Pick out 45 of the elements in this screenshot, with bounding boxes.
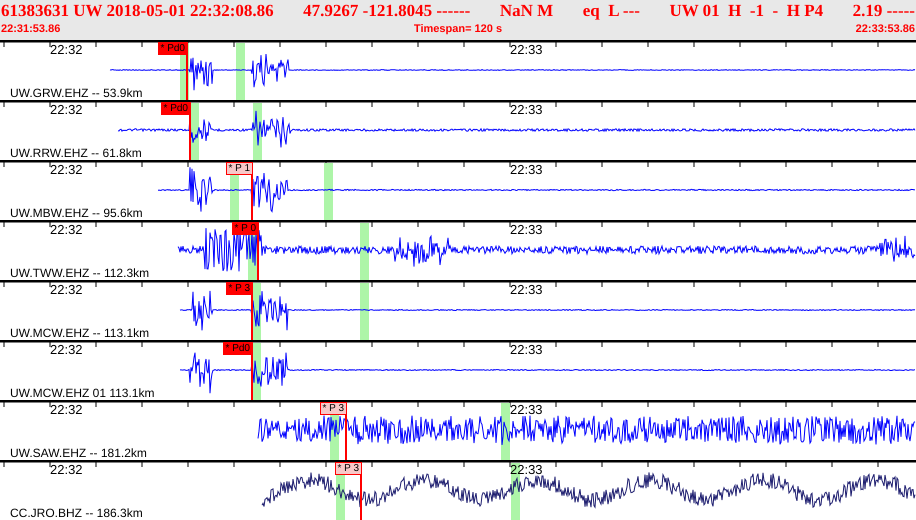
window-band xyxy=(236,43,245,100)
time-label: 22:32 xyxy=(50,163,83,176)
time-label: 22:32 xyxy=(50,223,83,236)
window-band xyxy=(360,223,369,280)
time-label: 22:33 xyxy=(510,283,543,296)
channel-label: CC.JRO.BHZ -- 186.3km xyxy=(10,507,143,519)
channel-label: UW.SAW.EHZ -- 181.2km xyxy=(10,447,147,459)
pick-flag[interactable]: * P 3 xyxy=(334,462,362,475)
time-label: 22:33 xyxy=(510,163,543,176)
event-field: UW 01 H -1 - H P4 xyxy=(669,0,824,22)
pick-flag[interactable]: * Pd0 xyxy=(222,342,253,355)
pick-flag[interactable]: * P 3 xyxy=(320,402,347,415)
event-field: 47.9267 -121.8045 ------ xyxy=(303,0,470,22)
time-label: 22:32 xyxy=(50,103,83,116)
channel-label: UW.GRW.EHZ -- 53.9km xyxy=(10,87,142,99)
time-label: 22:33 xyxy=(510,223,543,236)
event-field: 2.19 ----- xyxy=(852,0,915,22)
channel-label: UW.TWW.EHZ -- 112.3km xyxy=(10,267,150,279)
pick-flag[interactable]: * P 1 xyxy=(226,162,253,175)
time-label: 22:32 xyxy=(50,343,83,356)
start-time: 22:31:53.86 xyxy=(1,22,60,36)
timespan-label: Timespan= 120 s xyxy=(414,22,502,36)
channel-label: UW.MCW.EHZ 01 113.1km xyxy=(10,387,154,399)
time-label: 22:33 xyxy=(510,103,543,116)
channel-label: UW.MCW.EHZ -- 113.1km xyxy=(10,327,150,339)
time-label: 22:33 xyxy=(510,43,543,56)
time-label: 22:32 xyxy=(50,463,83,476)
time-label: 22:33 xyxy=(510,403,543,416)
channel-label: UW.MBW.EHZ -- 95.6km xyxy=(10,207,143,219)
window-band xyxy=(324,163,333,220)
end-time: 22:33:53.86 xyxy=(856,22,915,36)
pick-flag[interactable]: * P 0 xyxy=(232,222,259,235)
event-field: 61383631 UW 2018-05-01 22:32:08.86 xyxy=(1,0,274,22)
window-band xyxy=(360,283,369,340)
event-field: NaN M xyxy=(500,0,554,22)
pick-flag[interactable]: * Pd0 xyxy=(160,102,191,115)
pick-flag[interactable]: * P 3 xyxy=(226,282,253,295)
time-label: 22:33 xyxy=(510,343,543,356)
pick-flag[interactable]: * Pd0 xyxy=(158,42,188,55)
time-label: 22:32 xyxy=(50,283,83,296)
time-label: 22:33 xyxy=(510,463,543,476)
channel-label: UW.RRW.EHZ -- 61.8km xyxy=(10,147,142,159)
time-label: 22:32 xyxy=(50,43,83,56)
event-field: eq L --- xyxy=(582,0,640,22)
time-label: 22:32 xyxy=(50,403,83,416)
